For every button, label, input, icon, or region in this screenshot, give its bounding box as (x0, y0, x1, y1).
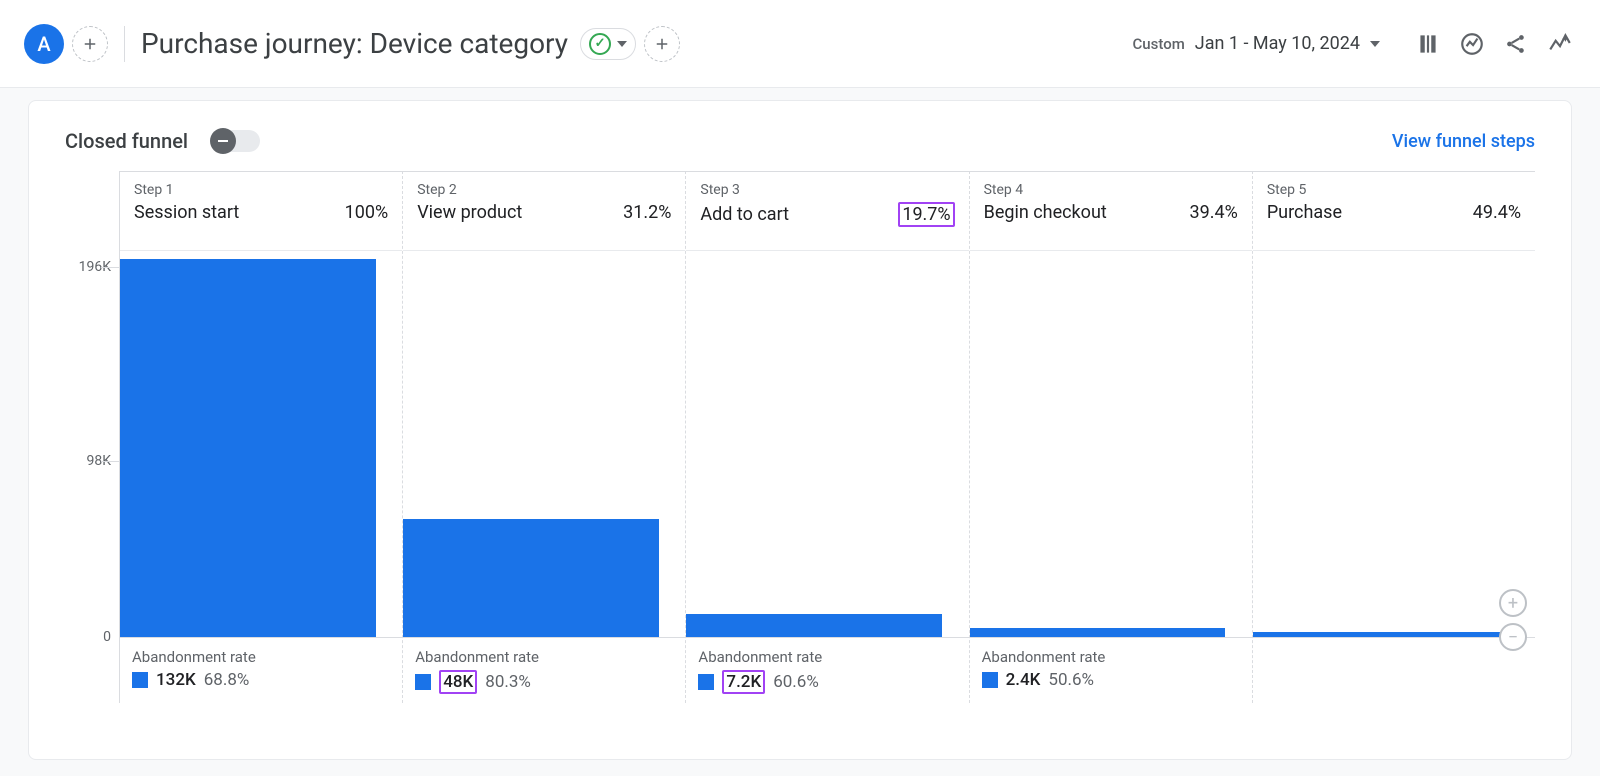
y-axis-tick (101, 461, 119, 462)
card-title: Closed funnel (65, 129, 188, 153)
view-funnel-steps-link[interactable]: View funnel steps (1392, 131, 1535, 152)
step-index-label: Step 5 (1267, 182, 1521, 198)
abandonment-count: 2.4K (1006, 670, 1041, 690)
funnel-step-column: Step 1 Session start 100% Abandonment rate 1… (119, 171, 402, 703)
bar-area (403, 251, 685, 637)
insights-icon (1459, 31, 1485, 57)
step-name: Purchase (1267, 202, 1342, 223)
funnel-step-column: Step 3 Add to cart 19.7% Abandonment rate 7.… (685, 171, 968, 703)
compare-icon-button[interactable] (1412, 28, 1444, 60)
bar-area (970, 251, 1252, 637)
step-name: Begin checkout (984, 202, 1107, 223)
insights-icon-button[interactable] (1456, 28, 1488, 60)
abandonment-pct: 80.3% (485, 672, 531, 692)
divider (124, 26, 125, 62)
chevron-down-icon (1370, 41, 1380, 47)
abandonment-count: 7.2K (722, 670, 765, 694)
y-axis: 196K 98K 0 (65, 171, 119, 669)
abandonment-pct: 68.8% (204, 670, 250, 690)
zoom-in-button[interactable]: + (1499, 589, 1527, 617)
funnel-columns: Step 1 Session start 100% Abandonment rate 1… (119, 171, 1535, 703)
abandonment-count: 132K (156, 670, 196, 690)
abandonment-row: 7.2K 60.6% (698, 670, 956, 694)
zoom-controls: + − (1499, 589, 1527, 651)
add-segment-button[interactable] (72, 26, 108, 62)
chevron-down-icon (617, 41, 627, 47)
step-name: View product (417, 202, 522, 223)
step-footer: Abandonment rate 48K 80.3% (403, 637, 685, 703)
compare-columns-icon (1415, 31, 1441, 57)
step-header[interactable]: Step 1 Session start 100% (120, 171, 402, 251)
step-pct: 49.4% (1473, 202, 1521, 223)
abandonment-label: Abandonment rate (415, 648, 673, 666)
step-header[interactable]: Step 2 View product 31.2% (403, 171, 685, 251)
funnel-step-column: Step 5 Purchase 49.4% (1252, 171, 1535, 703)
funnel-step-column: Step 4 Begin checkout 39.4% Abandonment rat… (969, 171, 1252, 703)
funnel-chart: 196K 98K 0 Step 1 Session start 100% Abando… (29, 171, 1571, 703)
status-chip[interactable]: ✓ (580, 28, 636, 60)
abandonment-count: 48K (439, 670, 477, 694)
closed-funnel-toggle[interactable] (212, 130, 260, 152)
step-pct: 100% (345, 202, 389, 223)
share-icon (1503, 31, 1529, 57)
bar-area (1253, 251, 1535, 637)
step-pct: 19.7% (898, 202, 954, 227)
series-swatch (982, 672, 998, 688)
abandonment-row: 48K 80.3% (415, 670, 673, 694)
funnel-bar[interactable] (970, 628, 1226, 637)
abandonment-label: Abandonment rate (982, 648, 1240, 666)
step-footer (1253, 637, 1535, 703)
share-icon-button[interactable] (1500, 28, 1532, 60)
step-name: Session start (134, 202, 239, 223)
step-index-label: Step 4 (984, 182, 1238, 198)
series-swatch (698, 674, 714, 690)
abandonment-label: Abandonment rate (132, 648, 390, 666)
step-name: Add to cart (700, 204, 789, 225)
segment-avatar[interactable]: A (24, 24, 64, 64)
step-pct: 31.2% (623, 202, 671, 223)
date-range-value: Jan 1 - May 10, 2024 (1195, 33, 1360, 54)
date-range-label: Custom (1133, 35, 1185, 53)
step-header[interactable]: Step 4 Begin checkout 39.4% (970, 171, 1252, 251)
step-index-label: Step 3 (700, 182, 954, 198)
spark-line-icon (1547, 31, 1573, 57)
zoom-out-button[interactable]: − (1499, 623, 1527, 651)
abandonment-pct: 60.6% (773, 672, 819, 692)
plus-icon (653, 35, 671, 53)
step-index-label: Step 1 (134, 182, 388, 198)
funnel-bar[interactable] (686, 614, 942, 637)
y-axis-tick-label: 0 (103, 629, 111, 645)
check-circle-icon: ✓ (589, 33, 611, 55)
bar-area (120, 251, 402, 637)
step-footer: Abandonment rate 132K 68.8% (120, 637, 402, 703)
toggle-knob (210, 128, 236, 154)
add-dimension-button[interactable] (644, 26, 680, 62)
step-pct: 39.4% (1190, 202, 1238, 223)
abandonment-row: 2.4K 50.6% (982, 670, 1240, 690)
date-range-picker[interactable]: Custom Jan 1 - May 10, 2024 (1133, 33, 1380, 54)
funnel-bar[interactable] (403, 519, 659, 637)
card-header: Closed funnel View funnel steps (29, 129, 1571, 171)
funnel-bar[interactable] (120, 259, 376, 637)
abandonment-pct: 50.6% (1048, 670, 1094, 690)
step-header[interactable]: Step 5 Purchase 49.4% (1253, 171, 1535, 251)
funnel-bar[interactable] (1253, 632, 1509, 637)
abandonment-label: Abandonment rate (698, 648, 956, 666)
top-bar: A Purchase journey: Device category ✓ Cu… (0, 0, 1600, 88)
y-axis-tick (101, 267, 119, 268)
abandonment-row: 132K 68.8% (132, 670, 390, 690)
bar-area (686, 251, 968, 637)
step-footer: Abandonment rate 7.2K 60.6% (686, 637, 968, 703)
page-title: Purchase journey: Device category (141, 27, 568, 60)
series-swatch (132, 672, 148, 688)
step-header[interactable]: Step 3 Add to cart 19.7% (686, 171, 968, 251)
step-footer: Abandonment rate 2.4K 50.6% (970, 637, 1252, 703)
step-index-label: Step 2 (417, 182, 671, 198)
funnel-card: Closed funnel View funnel steps 196K 98K… (28, 100, 1572, 760)
anomaly-icon-button[interactable] (1544, 28, 1576, 60)
plus-icon (81, 35, 99, 53)
series-swatch (415, 674, 431, 690)
funnel-step-column: Step 2 View product 31.2% Abandonment rate 4… (402, 171, 685, 703)
